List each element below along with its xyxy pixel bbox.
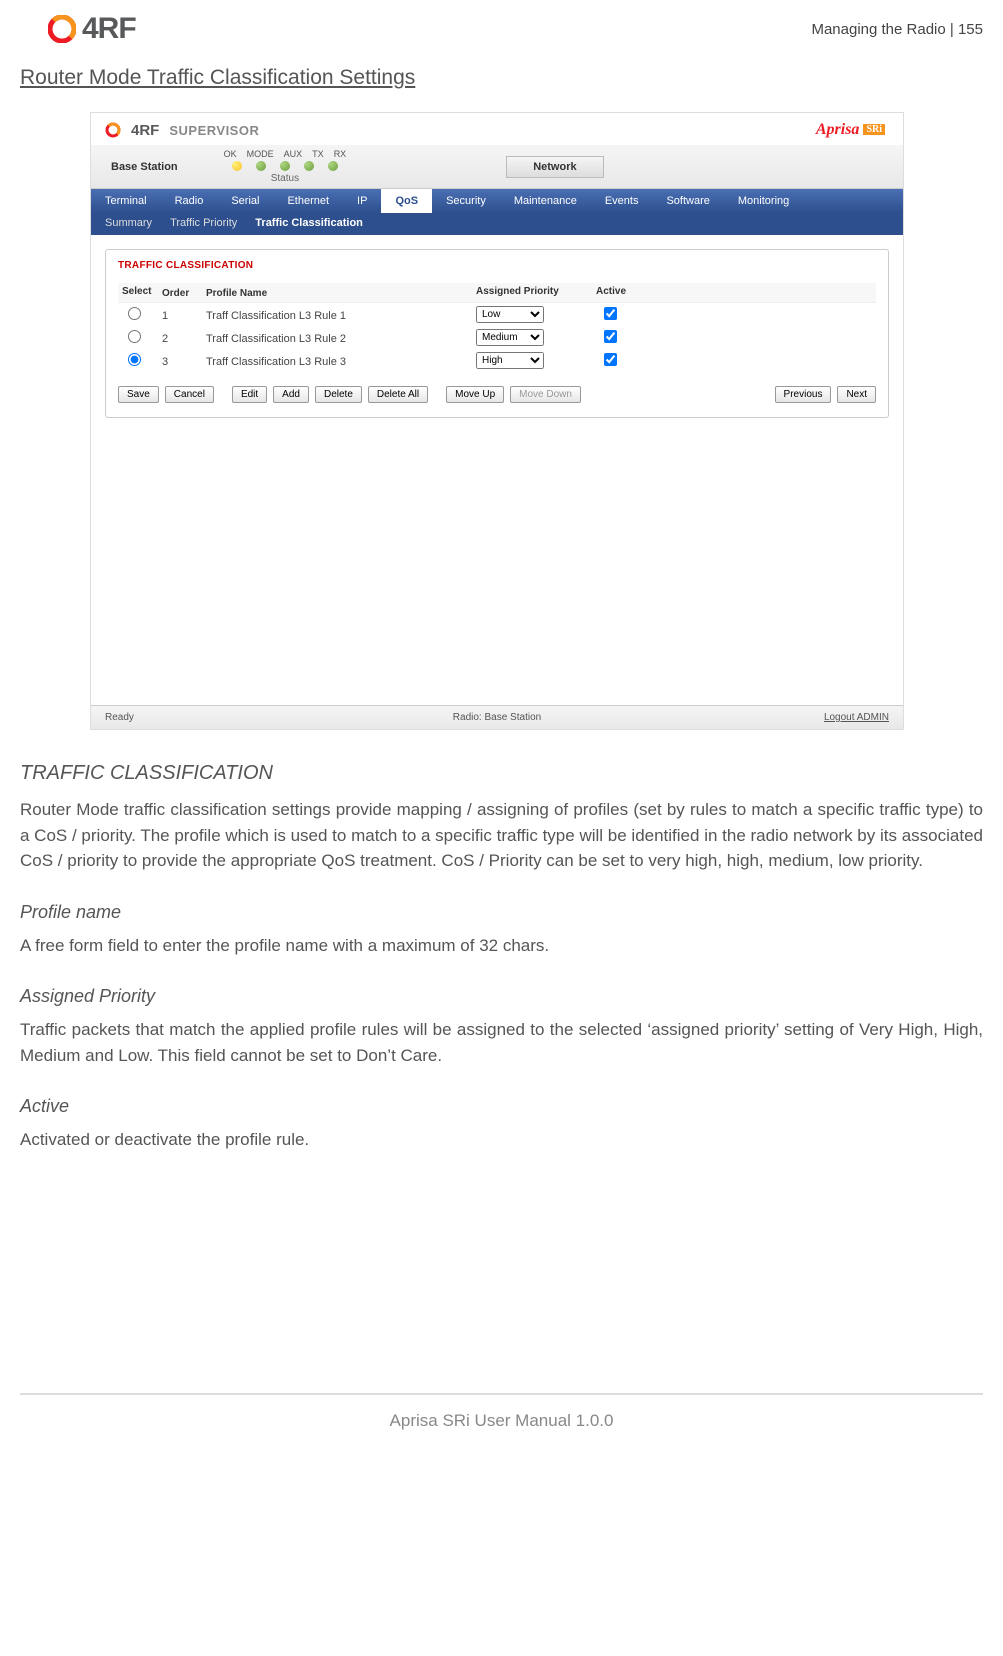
heading-active: Active — [20, 1096, 983, 1117]
aprisa-logo: Aprisa SRi — [816, 121, 885, 139]
led-tx — [304, 161, 314, 171]
subtab-traffic-priority[interactable]: Traffic Priority — [170, 217, 237, 229]
main-nav: TerminalRadioSerialEthernetIPQoSSecurity… — [91, 189, 903, 213]
row-select-radio[interactable] — [128, 353, 141, 366]
sub-nav: Summary Traffic Priority Traffic Classific… — [91, 213, 903, 235]
footer-radio: Radio: Base Station — [366, 712, 627, 723]
subtab-summary[interactable]: Summary — [105, 217, 152, 229]
table-row: 2Traff Classification L3 Rule 2LowMedium… — [118, 326, 876, 349]
page-header-right: Managing the Radio | 155 — [811, 21, 983, 38]
tab-security[interactable]: Security — [432, 189, 500, 213]
para-active: Activated or deactivate the profile rule… — [20, 1127, 983, 1153]
led-rx — [328, 161, 338, 171]
subtab-traffic-classification[interactable]: Traffic Classification — [255, 217, 363, 229]
status-label: Status — [271, 173, 299, 184]
previous-button[interactable]: Previous — [775, 386, 832, 403]
led-aux — [280, 161, 290, 171]
tab-maintenance[interactable]: Maintenance — [500, 189, 591, 213]
priority-select[interactable]: LowMediumHighVery High — [476, 352, 544, 369]
row-select-radio[interactable] — [128, 330, 141, 343]
delete-button[interactable]: Delete — [315, 386, 362, 403]
para-assigned: Traffic packets that match the applied p… — [20, 1017, 983, 1068]
edit-button[interactable]: Edit — [232, 386, 267, 403]
cancel-button[interactable]: Cancel — [165, 386, 214, 403]
tab-monitoring[interactable]: Monitoring — [724, 189, 803, 213]
sv-brand: 4RF SUPERVISOR — [105, 122, 259, 139]
delete-all-button[interactable]: Delete All — [368, 386, 428, 403]
para-traffic: Router Mode traffic classification setti… — [20, 797, 983, 874]
base-station-label: Base Station — [105, 161, 184, 173]
heading-profile-name: Profile name — [20, 902, 983, 923]
logo-icon — [48, 15, 76, 43]
tab-serial[interactable]: Serial — [217, 189, 273, 213]
add-button[interactable]: Add — [273, 386, 309, 403]
panel-title: TRAFFIC CLASSIFICATION — [118, 260, 876, 271]
next-button[interactable]: Next — [837, 386, 876, 403]
heading-traffic-classification: TRAFFIC CLASSIFICATION — [20, 762, 983, 785]
heading-assigned-priority: Assigned Priority — [20, 986, 983, 1007]
priority-select[interactable]: LowMediumHighVery High — [476, 329, 544, 346]
table-row: 3Traff Classification L3 Rule 3LowMedium… — [118, 349, 876, 372]
row-select-radio[interactable] — [128, 307, 141, 320]
active-checkbox[interactable] — [604, 330, 617, 343]
active-checkbox[interactable] — [604, 307, 617, 320]
move-down-button[interactable]: Move Down — [510, 386, 581, 403]
table-row: 1Traff Classification L3 Rule 1LowMedium… — [118, 303, 876, 326]
move-up-button[interactable]: Move Up — [446, 386, 504, 403]
page-footer: Aprisa SRi User Manual 1.0.0 — [20, 1393, 983, 1451]
led-ok — [232, 161, 242, 171]
para-profile: A free form field to enter the profile n… — [20, 933, 983, 959]
tab-events[interactable]: Events — [591, 189, 653, 213]
priority-select[interactable]: LowMediumHighVery High — [476, 306, 544, 323]
table-header: Select Order Profile Name Assigned Prior… — [118, 283, 876, 303]
led-mode — [256, 161, 266, 171]
tab-radio[interactable]: Radio — [161, 189, 218, 213]
brand-logo: 4RF — [48, 12, 136, 46]
logout-link[interactable]: Logout ADMIN — [628, 712, 889, 723]
tab-qos[interactable]: QoS — [381, 189, 432, 213]
sv-brand-text: 4RF — [131, 122, 159, 139]
active-checkbox[interactable] — [604, 353, 617, 366]
supervisor-screenshot: 4RF SUPERVISOR Aprisa SRi Base Station O… — [90, 112, 904, 730]
sv-logo-icon — [105, 122, 121, 138]
tab-ethernet[interactable]: Ethernet — [273, 189, 343, 213]
tab-terminal[interactable]: Terminal — [91, 189, 161, 213]
network-button[interactable]: Network — [506, 156, 603, 178]
save-button[interactable]: Save — [118, 386, 159, 403]
tab-ip[interactable]: IP — [343, 189, 381, 213]
sv-brand-sup: SUPERVISOR — [169, 123, 259, 138]
tab-software[interactable]: Software — [652, 189, 723, 213]
section-title: Router Mode Traffic Classification Setti… — [20, 66, 983, 90]
logo-text: 4RF — [82, 12, 136, 46]
footer-ready: Ready — [105, 712, 366, 723]
status-leds: OK MODE AUX TX RX — [224, 149, 347, 184]
